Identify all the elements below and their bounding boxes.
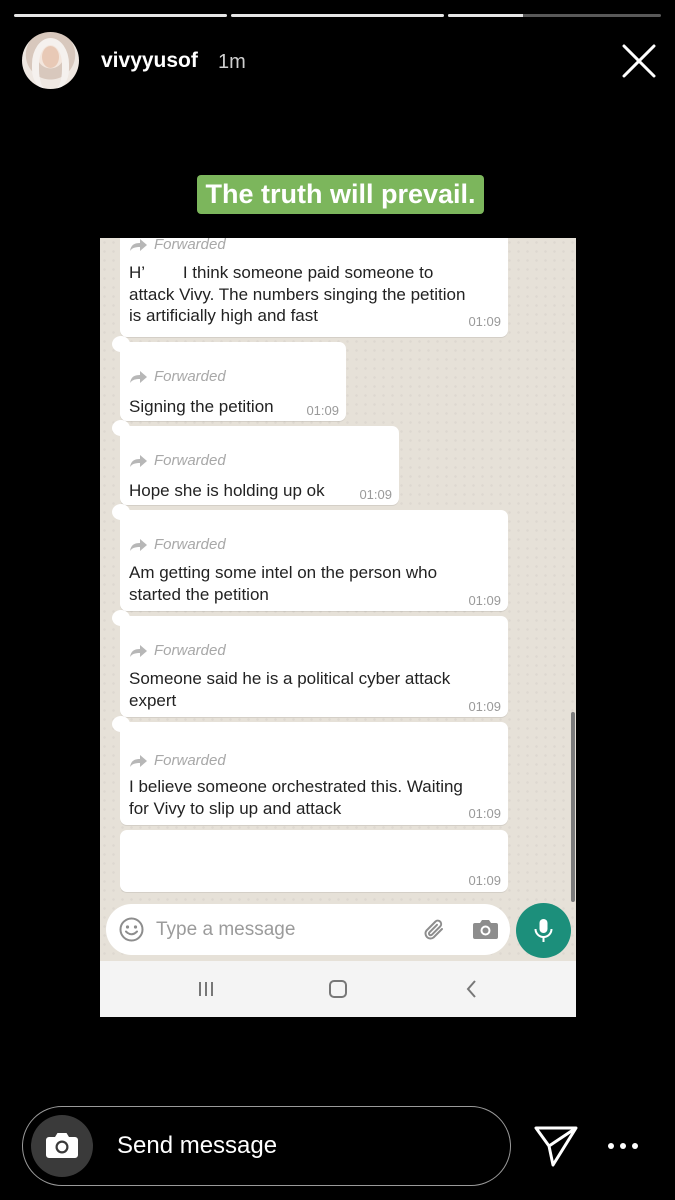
attach-icon[interactable] [422, 917, 448, 943]
recent-apps-icon[interactable] [194, 977, 218, 1001]
forward-arrow-icon [130, 754, 147, 767]
message-text: H’ I think someone paid someone to attac… [129, 263, 466, 325]
message-text: Signing the petition [129, 397, 274, 416]
camera-icon[interactable] [472, 917, 499, 941]
chat-message: Forwarded Am getting some intel on the p… [112, 504, 508, 611]
message-time: 01:09 [468, 314, 501, 329]
forwarded-label: Forwarded [130, 238, 226, 253]
forwarded-label: Forwarded [130, 642, 226, 659]
mic-button[interactable] [516, 903, 571, 958]
scrollbar[interactable] [571, 712, 575, 902]
message-time: 01:09 [468, 593, 501, 608]
story-progress [14, 14, 661, 18]
username[interactable]: vivyyusof [101, 49, 198, 73]
chat-message: Forwarded Signing the petition 01:09 [112, 336, 346, 421]
forward-arrow-icon [130, 238, 147, 251]
message-text: Someone said he is a political cyber att… [129, 669, 451, 710]
avatar[interactable] [22, 32, 79, 89]
message-time: 01:09 [468, 873, 501, 888]
chat-message: Forwarded Someone said he is a political… [112, 610, 508, 717]
emoji-icon[interactable] [119, 917, 144, 942]
forwarded-label: Forwarded [130, 536, 226, 553]
forward-arrow-icon [130, 454, 147, 467]
forward-arrow-icon [130, 644, 147, 657]
message-text: Am getting some intel on the person who … [129, 563, 438, 604]
camera-icon [46, 1133, 78, 1158]
chat-message: Forwarded H’ I think someone paid someon… [120, 238, 508, 337]
forwarded-label: Forwarded [130, 752, 226, 769]
back-icon[interactable] [460, 977, 484, 1001]
more-options-icon[interactable] [606, 1136, 640, 1156]
camera-button[interactable] [31, 1115, 93, 1177]
message-text: Hope she is holding up ok [129, 481, 325, 500]
android-nav-bar [100, 961, 576, 1017]
progress-segment-1 [14, 14, 227, 17]
home-icon[interactable] [326, 977, 350, 1001]
message-time: 01:09 [468, 806, 501, 821]
story-time: 1m [218, 51, 246, 73]
chat-message: 01:09 [120, 830, 508, 892]
message-time: 01:09 [468, 699, 501, 714]
send-message-box[interactable]: Send message [22, 1106, 511, 1186]
message-time: 01:09 [306, 403, 339, 418]
send-message-placeholder: Send message [117, 1132, 278, 1159]
message-time: 01:09 [359, 487, 392, 502]
forwarded-label: Forwarded [130, 368, 226, 385]
chat-message: Forwarded I believe someone orchestrated… [112, 716, 508, 825]
progress-segment-3 [448, 14, 661, 17]
story-caption: The truth will prevail. [197, 175, 484, 214]
close-icon[interactable] [620, 42, 658, 80]
chat-message: Forwarded Hope she is holding up ok 01:0… [112, 420, 399, 505]
forward-arrow-icon [130, 370, 147, 383]
direct-share-icon[interactable] [533, 1124, 579, 1168]
message-placeholder: Type a message [156, 919, 296, 940]
forward-arrow-icon [130, 538, 147, 551]
message-text: I believe someone orchestrated this. Wai… [129, 777, 463, 818]
chat-screenshot: Forwarded H’ I think someone paid someon… [100, 238, 576, 1017]
message-input[interactable]: Type a message [106, 904, 510, 955]
progress-segment-2 [231, 14, 444, 17]
forwarded-label: Forwarded [130, 452, 226, 469]
mic-icon [534, 919, 553, 942]
